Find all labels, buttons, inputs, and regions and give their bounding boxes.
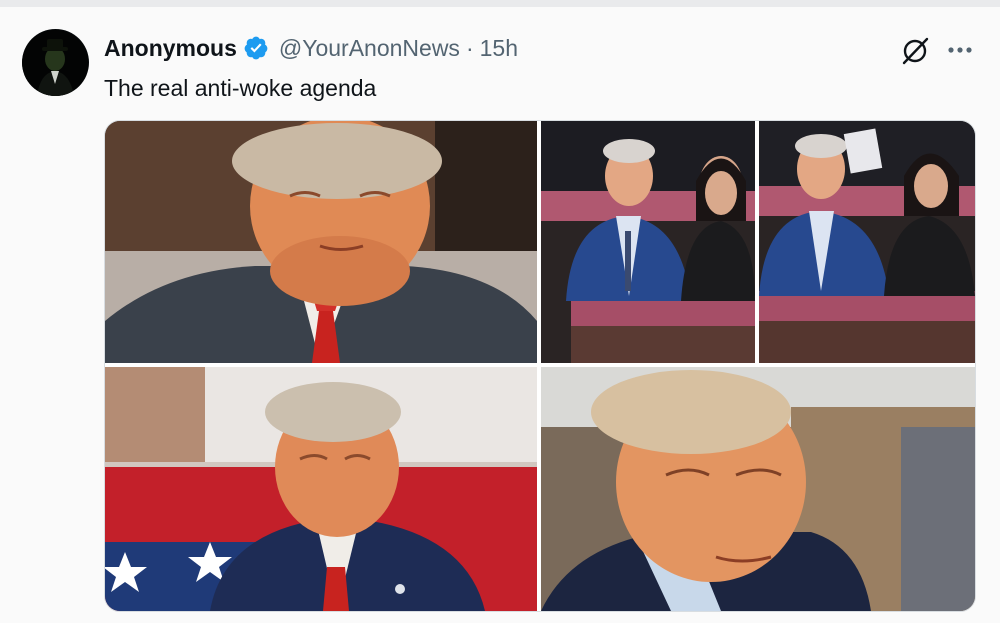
media-photo-2[interactable]: [541, 121, 755, 363]
tweet-text: The real anti-woke agenda: [104, 75, 377, 101]
author-name[interactable]: Anonymous: [104, 35, 237, 62]
tweet-header: Anonymous @YourAnonNews · 15h: [104, 33, 518, 63]
media-photo-1[interactable]: [105, 121, 537, 363]
grok-icon[interactable]: [900, 36, 930, 66]
verified-badge-icon[interactable]: [243, 35, 269, 61]
top-divider: [0, 0, 1000, 7]
media-photo-3[interactable]: [759, 121, 975, 363]
author-handle[interactable]: @YourAnonNews: [279, 35, 460, 62]
more-options-icon[interactable]: [946, 40, 974, 60]
media-photo-5[interactable]: [541, 367, 975, 611]
avatar[interactable]: [22, 29, 89, 96]
media-photo-4[interactable]: [105, 367, 537, 611]
tweet-card[interactable]: Anonymous @YourAnonNews · 15h The real a…: [0, 7, 1000, 623]
separator-dot: ·: [465, 34, 474, 61]
tweet-timestamp[interactable]: 15h: [480, 35, 518, 62]
media-grid: [104, 120, 976, 612]
